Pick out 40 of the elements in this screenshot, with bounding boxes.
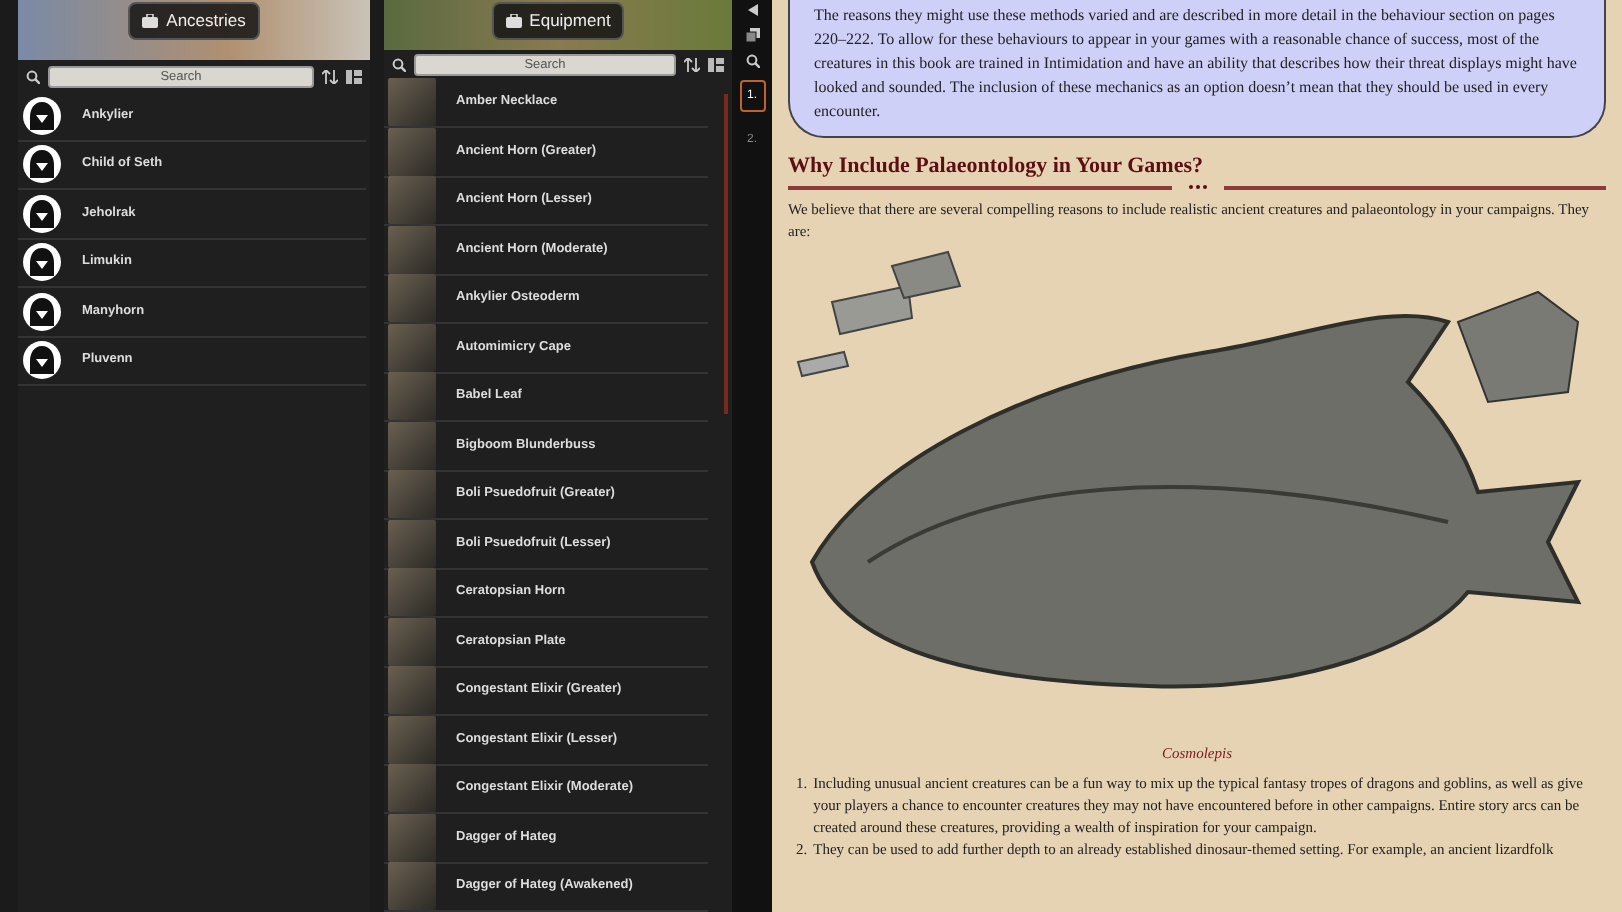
item-icon	[388, 225, 436, 274]
item-icon	[388, 862, 436, 911]
briefcase-icon	[505, 13, 522, 28]
hooded-figure-icon	[22, 193, 62, 234]
callout-text: The reasons they might use these methods varied and are described in more detail in the behaviour section on pages 220–222. To allow for these behaviours to appear in your games with a reasonable chance of success, most of the creatures in this book are trained in Intimidation and have an ability that describes how their threat displays might have looked and sounded. The inclusion of these mechanics as an option doesn’t mean that they should be used in every encounter.	[788, 0, 1606, 138]
sort-icon	[684, 57, 700, 71]
hooded-figure-icon	[22, 144, 62, 185]
item-icon	[388, 568, 436, 617]
item-icon	[388, 519, 436, 568]
hooded-figure-icon	[22, 340, 62, 381]
folders-icon	[346, 69, 362, 83]
search-icon	[745, 54, 759, 68]
item-icon	[388, 127, 436, 176]
item-icon	[388, 764, 436, 813]
search-icon	[26, 69, 40, 83]
hooded-figure-icon	[22, 95, 62, 136]
item-icon	[388, 372, 436, 421]
header-button[interactable]: Equipment	[491, 2, 625, 40]
search-icon	[392, 57, 406, 71]
section-heading: Why Include Palaeontology in Your Games?	[788, 154, 1205, 181]
collapse-icon	[747, 4, 757, 16]
ellipsis-icon	[1187, 184, 1207, 191]
item-icon	[388, 666, 436, 715]
item-icon	[388, 617, 436, 666]
item-icon	[388, 421, 436, 470]
hooded-figure-icon	[22, 242, 62, 283]
copy-icon	[745, 28, 759, 42]
folders-icon	[708, 57, 724, 71]
hooded-figure-icon	[22, 291, 62, 332]
item-icon	[388, 78, 436, 127]
item-icon	[388, 274, 436, 323]
item-icon	[388, 323, 436, 372]
header-button[interactable]: Ancestries	[128, 2, 260, 40]
briefcase-icon	[142, 13, 159, 28]
item-icon	[388, 813, 436, 862]
item-icon	[388, 176, 436, 225]
item-icon	[388, 715, 436, 764]
item-icon	[388, 470, 436, 519]
scrollbar[interactable]	[724, 94, 728, 414]
sort-icon	[322, 69, 338, 83]
